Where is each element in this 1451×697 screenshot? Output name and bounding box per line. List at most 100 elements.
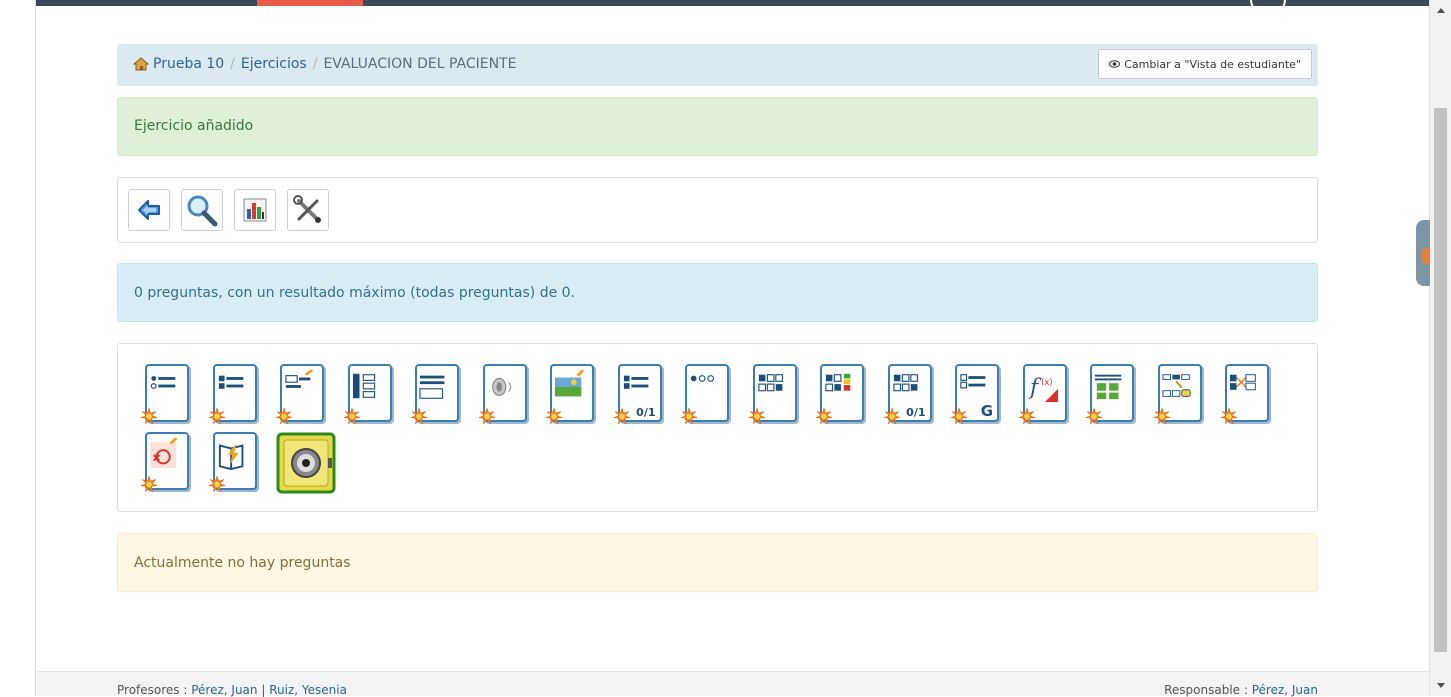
footer-teachers: Profesores : Pérez, Juan | Ruiz, Yesenia xyxy=(117,683,347,697)
student-view-label: Cambiar a "Vista de estudiante" xyxy=(1124,57,1301,71)
eye-icon xyxy=(1109,60,1121,68)
drag-drop-button[interactable] xyxy=(1153,364,1202,426)
new-star-icon xyxy=(1153,408,1170,424)
warning-alert: Actualmente no hay preguntas xyxy=(117,533,1318,592)
combination-true-false-button[interactable]: 0/1 xyxy=(883,364,932,426)
new-star-icon xyxy=(748,408,765,424)
question-count-message: 0 preguntas, con un resultado máximo (to… xyxy=(134,285,576,301)
open-question-button[interactable] xyxy=(411,364,459,426)
question-type-badge: 0/1 xyxy=(906,406,926,419)
unique-answer-glyph xyxy=(150,376,176,389)
new-star-icon xyxy=(1086,408,1102,424)
back-icon xyxy=(138,200,160,220)
scrollbar-thumb[interactable] xyxy=(1434,108,1447,652)
preview-button[interactable] xyxy=(181,189,223,231)
new-star-icon xyxy=(276,408,292,424)
new-star-icon xyxy=(613,408,630,424)
svg-text:(x): (x) xyxy=(1041,377,1053,387)
student-view-button[interactable]: Cambiar a "Vista de estudiante" xyxy=(1098,49,1312,79)
exact-selection-glyph xyxy=(623,375,648,389)
new-star-icon xyxy=(411,408,427,424)
teacher-link[interactable]: Ruiz, Yesenia xyxy=(269,683,347,697)
new-star-icon xyxy=(343,408,360,424)
matching-draggable-button[interactable] xyxy=(1221,364,1269,426)
unique-answer-button[interactable] xyxy=(141,364,189,426)
user-avatar[interactable] xyxy=(1250,0,1286,16)
oral-expression-button[interactable] xyxy=(478,364,527,426)
new-star-icon xyxy=(208,408,225,424)
hotspot-glyph xyxy=(554,370,585,397)
new-star-icon xyxy=(951,408,967,424)
breadcrumb: Prueba 10 / Ejercicios / EVALUACION DEL … xyxy=(117,44,1318,86)
statistics-icon xyxy=(243,198,267,222)
statistics-button[interactable] xyxy=(234,189,276,231)
unique-answer-no-option-button[interactable] xyxy=(681,364,729,426)
footer-responsible: Responsable : Pérez, Juan xyxy=(1164,683,1318,697)
question-types-panel: 0/1 0/1 Gf (x) xyxy=(117,343,1318,512)
new-star-icon xyxy=(141,476,157,492)
question-bank-button[interactable] xyxy=(276,432,336,494)
new-star-icon xyxy=(1221,408,1237,424)
image-zones-glyph xyxy=(1094,374,1122,400)
new-star-icon xyxy=(208,476,225,492)
annotation-glyph xyxy=(149,438,178,469)
responsible-label: Responsable : xyxy=(1164,683,1248,697)
unique-answer-no-option-glyph xyxy=(690,375,715,382)
no-questions-message: Actualmente no hay preguntas xyxy=(134,555,351,571)
global-multiple-answer-glyph xyxy=(960,374,986,389)
annotation-button[interactable] xyxy=(141,432,189,494)
exercise-toolbar xyxy=(117,177,1318,243)
new-star-icon xyxy=(478,408,495,424)
side-panel-toggle[interactable] xyxy=(1416,220,1430,286)
hotspot-button[interactable] xyxy=(546,364,594,426)
success-message: Ejercicio añadido xyxy=(134,118,254,134)
question-type-badge: 0/1 xyxy=(636,406,656,419)
question-type-badge: G xyxy=(980,402,993,420)
breadcrumb-separator: / xyxy=(230,56,235,72)
teachers-label: Profesores : xyxy=(117,683,188,697)
teacher-link[interactable]: Pérez, Juan xyxy=(191,683,257,697)
breadcrumb-separator: / xyxy=(312,56,318,72)
open-question-glyph xyxy=(419,375,445,399)
vertical-scrollbar[interactable] xyxy=(1429,0,1451,696)
nav-active-tab[interactable] xyxy=(257,0,363,6)
settings-button[interactable] xyxy=(287,189,329,231)
new-star-icon xyxy=(816,408,832,424)
matching-glyph xyxy=(352,373,375,399)
breadcrumb-exercises-link[interactable]: Ejercicios xyxy=(241,56,307,72)
exact-selection-button[interactable]: 0/1 xyxy=(613,364,662,426)
new-star-icon xyxy=(546,408,562,424)
global-multiple-answer-button[interactable]: G xyxy=(951,364,999,426)
reading-comprehension-glyph xyxy=(218,443,243,470)
responsible-link[interactable]: Pérez, Juan xyxy=(1252,683,1318,697)
preview-icon xyxy=(187,195,218,227)
back-button[interactable] xyxy=(128,189,170,231)
new-star-icon xyxy=(883,408,900,424)
image-zones-button[interactable] xyxy=(1086,364,1134,426)
settings-icon xyxy=(293,195,321,223)
matching-draggable-glyph xyxy=(1229,374,1256,391)
true-false-degree-glyph xyxy=(757,374,783,392)
breadcrumb-course-link[interactable]: Prueba 10 xyxy=(153,56,224,72)
fill-blanks-button[interactable] xyxy=(276,364,324,426)
multiple-answer-button[interactable] xyxy=(208,364,257,426)
multiple-answer-combination-button[interactable] xyxy=(816,364,864,426)
scroll-down-arrow-icon[interactable] xyxy=(1437,683,1445,688)
new-star-icon xyxy=(1018,408,1035,424)
multiple-answer-combination-glyph xyxy=(825,373,851,392)
drag-drop-glyph xyxy=(1161,374,1191,397)
side-panel-toggle-icon xyxy=(1422,248,1430,264)
true-false-degree-button[interactable] xyxy=(748,364,797,426)
calculated-answer-button[interactable]: f (x) xyxy=(1018,364,1067,426)
home-icon[interactable] xyxy=(133,57,149,71)
fill-blanks-glyph xyxy=(285,370,314,388)
teachers-separator: | xyxy=(261,683,266,697)
svg-text:f: f xyxy=(1027,374,1041,400)
oral-expression-glyph xyxy=(491,378,511,396)
breadcrumb-current: EVALUACION DEL PACIENTE xyxy=(323,56,517,72)
scroll-up-arrow-icon[interactable] xyxy=(1437,8,1445,13)
reading-comprehension-button[interactable] xyxy=(208,432,257,494)
matching-button[interactable] xyxy=(343,364,392,426)
question-bank-icon xyxy=(276,432,336,494)
calculated-answer-glyph: f (x) xyxy=(1027,374,1058,402)
